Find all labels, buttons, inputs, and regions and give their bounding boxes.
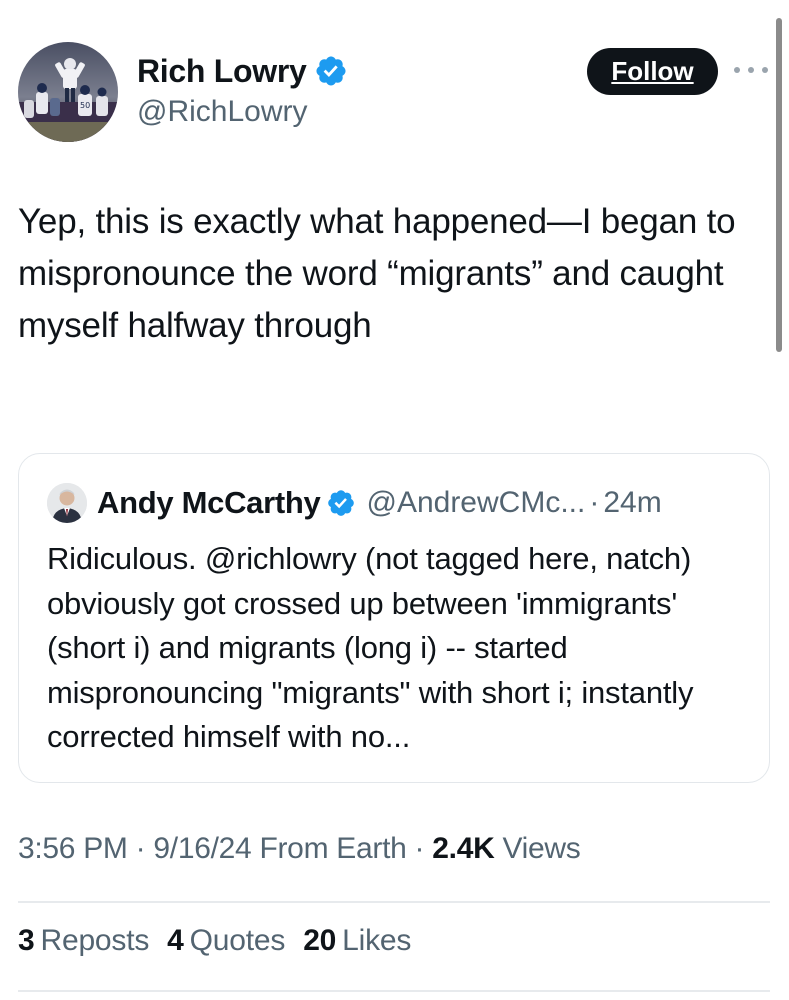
tweet-text: Yep, this is exactly what happened—I beg… <box>18 202 736 345</box>
likes-count: 20 <box>303 924 337 957</box>
more-options-icon[interactable] <box>734 60 768 80</box>
quote-text: Ridiculous. @richlowry (not tagged here,… <box>47 541 694 754</box>
quote-timestamp[interactable]: 24m <box>603 486 661 520</box>
engagement-stats: 3 Reposts 4 Quotes 20 Likes <box>18 924 429 958</box>
likes-stat[interactable]: 20 Likes <box>303 924 411 958</box>
meta-separator: · <box>414 832 425 865</box>
quote-author-name[interactable]: Andy McCarthy <box>97 485 321 521</box>
quote-separator: · <box>589 486 600 519</box>
meta-separator: · <box>135 832 146 865</box>
divider <box>18 990 770 992</box>
reposts-label: Reposts <box>40 924 150 957</box>
quoted-tweet[interactable]: Andy McCarthy @AndrewCMc... · 24m Ridicu… <box>18 453 770 783</box>
verified-badge-icon <box>326 488 356 518</box>
follow-button[interactable]: Follow <box>587 48 718 95</box>
reposts-stat[interactable]: 3 Reposts <box>18 924 149 958</box>
quote-header: Andy McCarthy @AndrewCMc... · 24m <box>47 482 662 524</box>
tweet-time[interactable]: 3:56 PM <box>18 832 128 865</box>
svg-text:50: 50 <box>80 101 90 110</box>
tweet-meta: 3:56 PM · 9/16/24 From Earth · 2.4K View… <box>18 832 581 866</box>
likes-label: Likes <box>342 924 412 957</box>
quotes-stat[interactable]: 4 Quotes <box>167 924 285 958</box>
tweet-source: From Earth <box>259 832 407 865</box>
quotes-count: 4 <box>167 924 184 957</box>
quotes-label: Quotes <box>189 924 286 957</box>
quote-author-avatar[interactable] <box>47 483 87 523</box>
divider <box>18 901 770 903</box>
views-label[interactable]: Views <box>503 832 581 865</box>
author-name-row: Rich Lowry <box>137 50 348 92</box>
tweet-header: 50 Rich Lowry @RichLowry Follow <box>0 0 789 150</box>
more-dot <box>762 67 768 73</box>
author-avatar[interactable]: 50 <box>18 42 118 142</box>
quote-author-handle[interactable]: @AndrewCMc... <box>366 486 585 520</box>
more-dot <box>748 67 754 73</box>
verified-badge-icon <box>314 54 348 88</box>
tweet-date[interactable]: 9/16/24 <box>153 832 251 865</box>
views-count[interactable]: 2.4K <box>432 832 494 865</box>
reposts-count: 3 <box>18 924 35 957</box>
author-name[interactable]: Rich Lowry <box>137 53 307 90</box>
author-handle[interactable]: @RichLowry <box>137 95 308 129</box>
more-dot <box>734 67 740 73</box>
